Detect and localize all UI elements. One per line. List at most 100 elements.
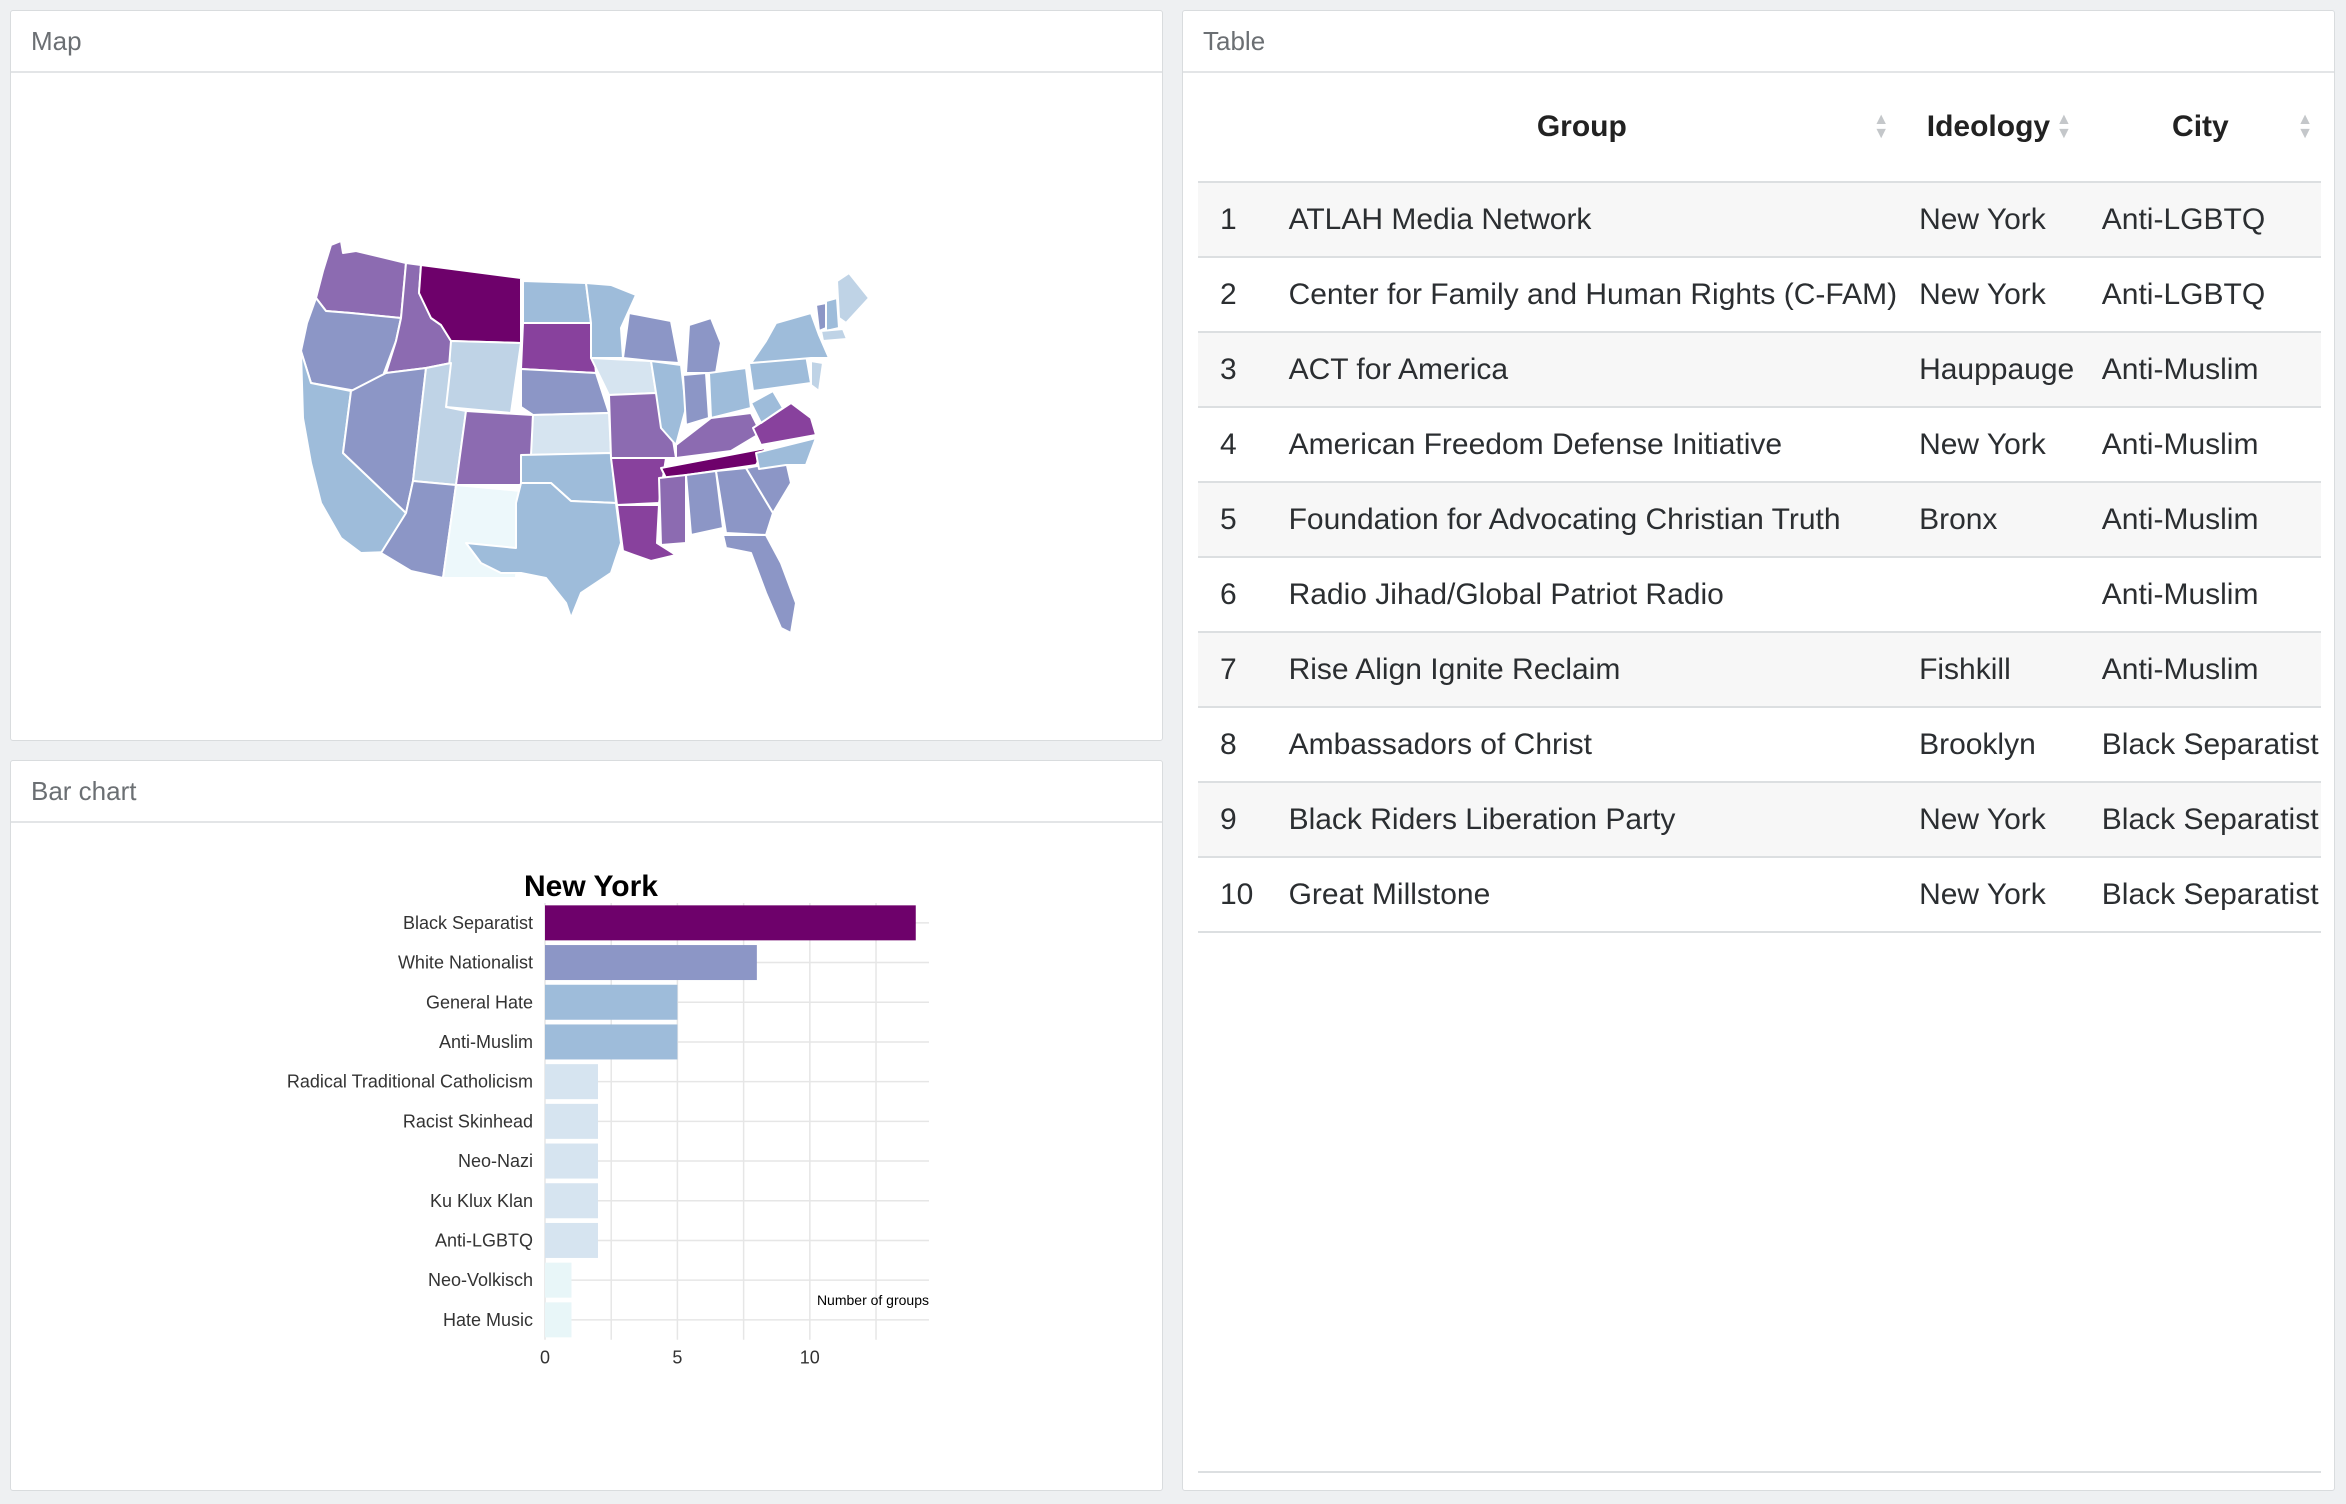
sort-arrows-icon[interactable]: ▲ ▼ <box>2056 112 2072 142</box>
chart-title: New York <box>524 870 658 903</box>
row-group: Ambassadors of Christ <box>1266 707 1898 783</box>
table-row[interactable]: 2 Center for Family and Human Rights (C-… <box>1198 257 2321 333</box>
row-city: Anti-Muslim <box>2079 557 2321 633</box>
category-label: Black Separatist <box>403 913 533 933</box>
state-nebraska[interactable] <box>520 368 610 416</box>
bar[interactable] <box>545 1183 598 1219</box>
row-index: 9 <box>1198 782 1267 858</box>
row-index: 3 <box>1198 332 1267 408</box>
x-tick-label: 5 <box>672 1348 682 1368</box>
category-label: Neo-Volkisch <box>428 1270 533 1290</box>
category-label: Ku Klux Klan <box>430 1191 533 1211</box>
bar[interactable] <box>545 1143 598 1179</box>
state-north-dakota[interactable] <box>522 280 592 324</box>
state-kansas[interactable] <box>530 412 612 456</box>
bar[interactable] <box>545 1024 678 1060</box>
bar-panel-title: Bar chart <box>11 761 1162 823</box>
bar[interactable] <box>545 1222 598 1258</box>
data-table-wrapper: Group ▲ ▼ Ideology ▲ ▼ City ▲ ▼ 1 ATLAH Med… <box>1198 73 2321 933</box>
col-header-city[interactable]: City ▲ ▼ <box>2079 73 2321 183</box>
category-label: General Hate <box>426 992 533 1012</box>
col-header-group[interactable]: Group ▲ ▼ <box>1266 73 1898 183</box>
table-row[interactable]: 4 American Freedom Defense Initiative Ne… <box>1198 407 2321 483</box>
row-ideology: New York <box>1897 782 2080 858</box>
table-panel: Table Group ▲ ▼ Ideology ▲ ▼ City ▲ ▼ 1 … <box>1182 10 2335 1491</box>
bar[interactable] <box>545 905 916 941</box>
table-row[interactable]: 10 Great Millstone New York Black Separa… <box>1198 857 2321 933</box>
state-vermont[interactable] <box>815 302 827 332</box>
category-label: White Nationalist <box>398 953 533 973</box>
row-ideology: New York <box>1897 182 2080 258</box>
row-group: Center for Family and Human Rights (C-FA… <box>1266 257 1898 333</box>
row-index: 1 <box>1198 182 1267 258</box>
row-city: Anti-Muslim <box>2079 632 2321 708</box>
table-panel-title: Table <box>1183 11 2334 73</box>
state-indiana[interactable] <box>682 372 710 426</box>
col-header-city-label: City <box>2172 110 2229 143</box>
row-city: Black Separatist <box>2079 857 2321 933</box>
row-index: 7 <box>1198 632 1267 708</box>
row-city: Anti-Muslim <box>2079 332 2321 408</box>
bar[interactable] <box>545 1064 598 1100</box>
row-index: 5 <box>1198 482 1267 558</box>
row-index: 8 <box>1198 707 1267 783</box>
row-index: 2 <box>1198 257 1267 333</box>
table-row[interactable]: 5 Foundation for Advocating Christian Tr… <box>1198 482 2321 558</box>
state-new-hampshire[interactable] <box>825 297 840 332</box>
row-ideology: Fishkill <box>1897 632 2080 708</box>
category-label: Anti-LGBTQ <box>435 1230 533 1250</box>
category-label: Radical Traditional Catholicism <box>287 1072 533 1092</box>
bar-chart: New York Black Separatist White Nationali… <box>287 870 929 1368</box>
state-florida[interactable] <box>722 534 797 634</box>
row-ideology: Bronx <box>1897 482 2080 558</box>
table-footer-rule <box>1198 1471 2321 1473</box>
table-row[interactable]: 7 Rise Align Ignite Reclaim Fishkill Ant… <box>1198 632 2321 708</box>
row-city: Anti-LGBTQ <box>2079 257 2321 333</box>
sort-arrows-icon[interactable]: ▲ ▼ <box>1873 112 1889 142</box>
table-row[interactable]: 8 Ambassadors of Christ Brooklyn Black S… <box>1198 707 2321 783</box>
x-axis-label: Number of groups <box>817 1292 929 1308</box>
col-header-index <box>1198 73 1267 183</box>
state-mississippi[interactable] <box>658 474 687 546</box>
row-ideology: New York <box>1897 407 2080 483</box>
bar[interactable] <box>545 945 757 981</box>
state-ohio[interactable] <box>708 367 752 419</box>
row-city: Black Separatist <box>2079 707 2321 783</box>
groups-table: Group ▲ ▼ Ideology ▲ ▼ City ▲ ▼ 1 ATLAH Med… <box>1198 73 2321 933</box>
table-row[interactable]: 6 Radio Jihad/Global Patriot Radio Anti-… <box>1198 557 2321 633</box>
row-index: 10 <box>1198 857 1267 933</box>
state-arkansas[interactable] <box>610 457 667 506</box>
row-city: Anti-Muslim <box>2079 482 2321 558</box>
table-row[interactable]: 1 ATLAH Media Network New York Anti-LGBT… <box>1198 182 2321 258</box>
row-group: Rise Align Ignite Reclaim <box>1266 632 1898 708</box>
bar[interactable] <box>545 1103 598 1139</box>
col-header-ideology[interactable]: Ideology ▲ ▼ <box>1897 73 2080 183</box>
state-wisconsin[interactable] <box>622 312 680 364</box>
map-panel: Map <box>10 10 1163 741</box>
us-choropleth-map[interactable] <box>11 73 1162 740</box>
table-row[interactable]: 3 ACT for America Hauppauge Anti-Muslim <box>1198 332 2321 408</box>
state-new-jersey[interactable] <box>810 360 824 392</box>
sort-arrows-icon[interactable]: ▲ ▼ <box>2297 112 2313 142</box>
row-city: Black Separatist <box>2079 782 2321 858</box>
state-south-dakota[interactable] <box>520 322 597 374</box>
row-group: American Freedom Defense Initiative <box>1266 407 1898 483</box>
category-label: Anti-Muslim <box>439 1032 533 1052</box>
row-city: Anti-Muslim <box>2079 407 2321 483</box>
bar[interactable] <box>545 1302 572 1338</box>
category-label: Racist Skinhead <box>403 1111 533 1131</box>
row-group: ACT for America <box>1266 332 1898 408</box>
state-massachusetts[interactable] <box>820 328 848 342</box>
row-group: ATLAH Media Network <box>1266 182 1898 258</box>
state-michigan[interactable] <box>685 317 722 374</box>
row-ideology: New York <box>1897 857 2080 933</box>
table-row[interactable]: 9 Black Riders Liberation Party New York… <box>1198 782 2321 858</box>
state-wyoming[interactable] <box>445 340 522 414</box>
bar-chart-panel: Bar chart New York Black Separatist White… <box>10 760 1163 1491</box>
state-maine[interactable] <box>836 272 870 324</box>
row-group: Radio Jihad/Global Patriot Radio <box>1266 557 1898 633</box>
bar[interactable] <box>545 1262 572 1298</box>
bar[interactable] <box>545 984 678 1020</box>
row-ideology: Hauppauge <box>1897 332 2080 408</box>
state-washington[interactable] <box>315 240 407 319</box>
